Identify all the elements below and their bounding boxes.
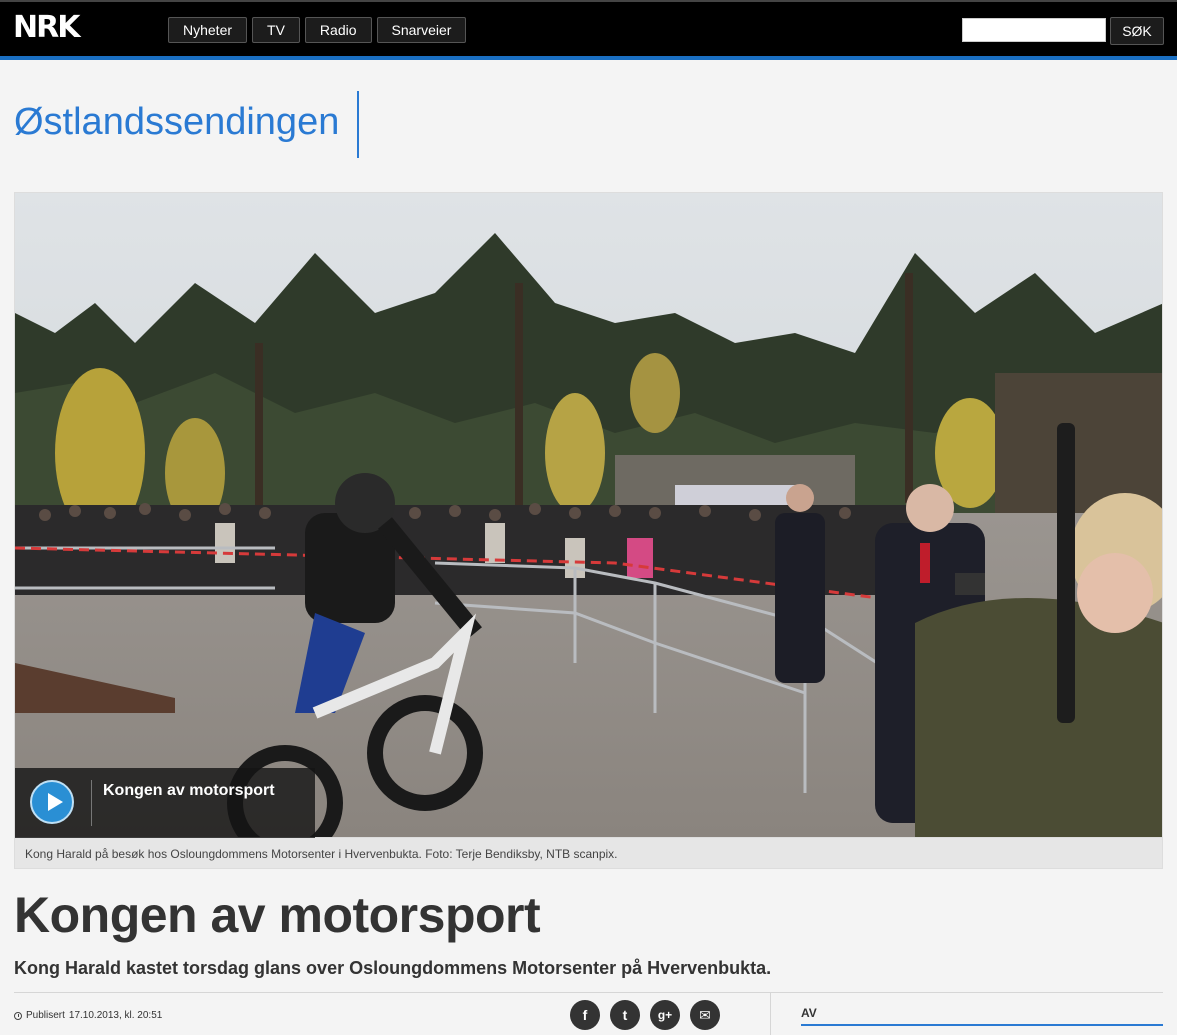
twitter-icon[interactable]: t xyxy=(610,1000,640,1030)
top-bar-edge xyxy=(0,0,1177,2)
search-input[interactable] xyxy=(962,18,1106,42)
section-title[interactable]: Østlandssendingen xyxy=(14,100,339,144)
google-plus-icon[interactable]: g+ xyxy=(650,1000,680,1030)
hero-image xyxy=(14,192,1163,838)
top-bar: NRK Nyheter TV Radio Snarveier SØK xyxy=(0,0,1177,60)
facebook-icon[interactable]: f xyxy=(570,1000,600,1030)
meta-divider xyxy=(14,992,1163,993)
column-divider xyxy=(770,993,771,1035)
published-date: 17.10.2013, kl. 20:51 xyxy=(68,1010,163,1021)
article-lead: Kong Harald kastet torsdag glans over Os… xyxy=(14,958,772,978)
image-caption-bar: Kong Harald på besøk hos Osloungdommens … xyxy=(14,838,1163,869)
share-buttons: f t g+ ✉ xyxy=(570,1000,720,1030)
video-divider xyxy=(91,780,92,826)
email-icon[interactable]: ✉ xyxy=(690,1000,720,1030)
nav-nyheter[interactable]: Nyheter xyxy=(168,17,248,43)
play-icon[interactable] xyxy=(30,780,74,824)
nav-tv[interactable]: TV xyxy=(252,17,300,43)
nrk-logo[interactable]: NRK xyxy=(13,13,85,43)
search-button[interactable]: SØK xyxy=(1110,17,1164,45)
author-heading: AV xyxy=(801,1006,817,1020)
image-caption: Kong Harald på besøk hos Osloungdommens … xyxy=(25,847,618,861)
main-nav: Nyheter TV Radio Snarveier xyxy=(168,17,467,43)
video-overlay[interactable]: Kongen av motorsport xyxy=(15,768,315,838)
section-divider xyxy=(357,91,359,158)
nav-radio[interactable]: Radio xyxy=(304,17,372,43)
author-heading-underline xyxy=(801,1024,1163,1026)
article-headline: Kongen av motorsport xyxy=(14,887,541,943)
publish-info: Publisert 17.10.2013, kl. 20:51 xyxy=(14,1010,162,1021)
hero-photo xyxy=(15,193,1162,837)
nav-snarveier[interactable]: Snarveier xyxy=(376,17,467,43)
clock-icon xyxy=(14,1011,22,1020)
published-label: Publisert xyxy=(26,1010,65,1021)
video-title[interactable]: Kongen av motorsport xyxy=(103,782,275,800)
